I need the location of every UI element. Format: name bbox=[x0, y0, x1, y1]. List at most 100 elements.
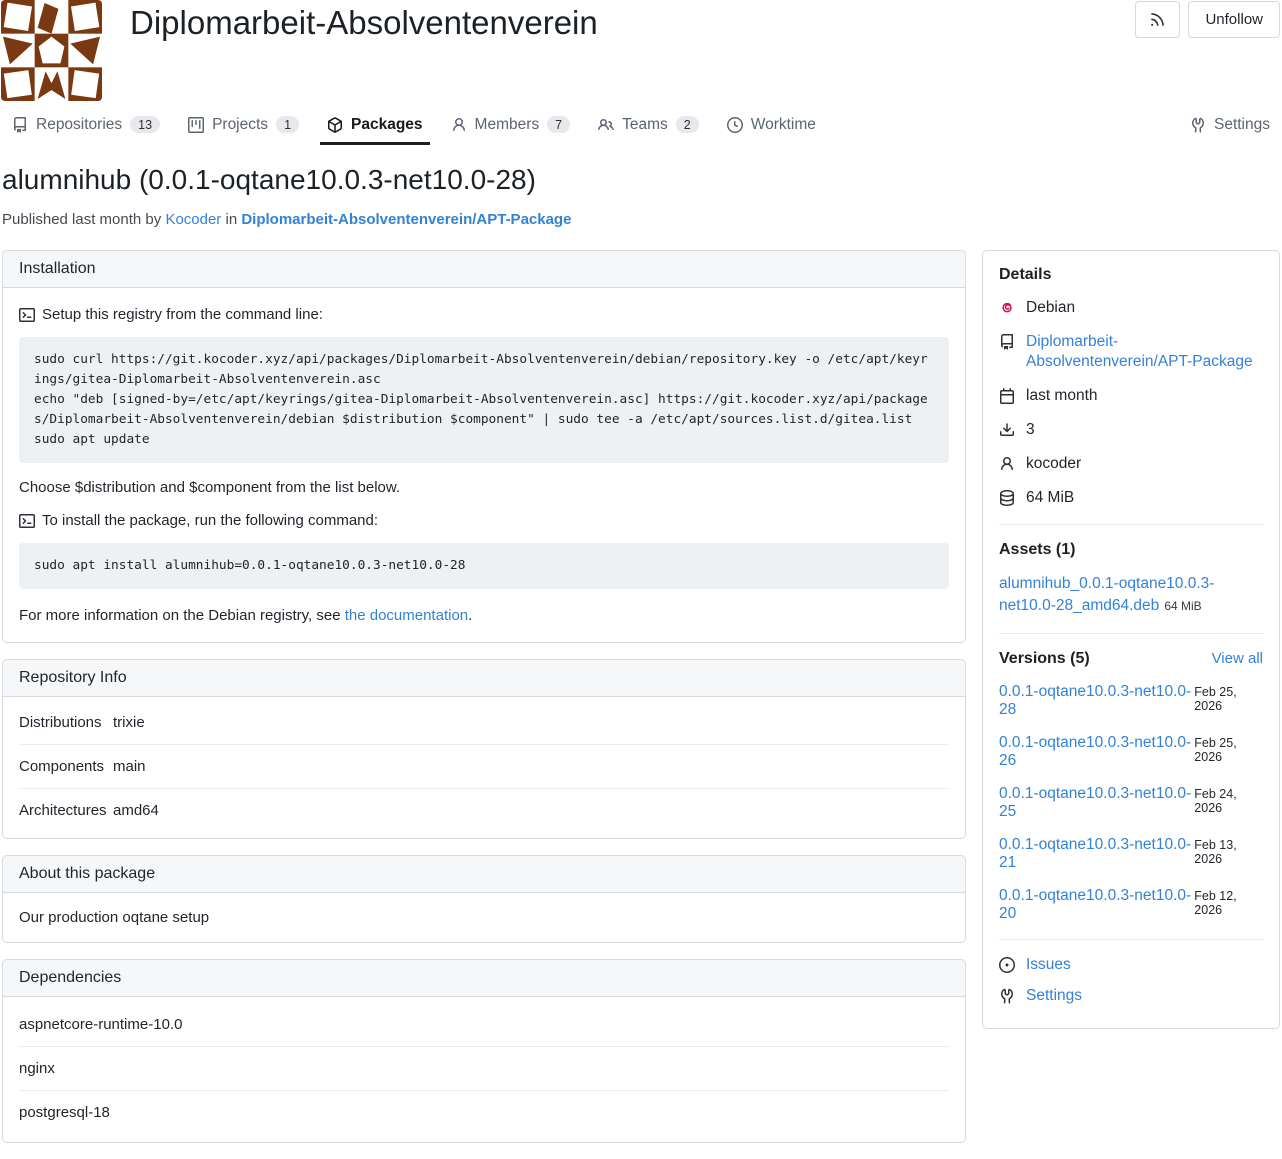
version-row: 0.0.1-oqtane10.0.3-net10.0-20 Feb 12, 20… bbox=[999, 887, 1263, 923]
tab-settings[interactable]: Settings bbox=[1190, 104, 1270, 145]
version-date: Feb 12, 2026 bbox=[1194, 889, 1263, 917]
info-label: Distributions bbox=[19, 714, 113, 731]
terminal-icon bbox=[19, 513, 35, 529]
tab-count-badge: 1 bbox=[276, 116, 299, 133]
repo-icon bbox=[12, 117, 28, 133]
view-all-link[interactable]: View all bbox=[1212, 650, 1263, 667]
wrench-icon bbox=[999, 988, 1015, 1004]
published-prefix: Published last month by bbox=[2, 211, 161, 228]
debian-logo-icon bbox=[999, 300, 1015, 316]
dependencies-panel: Dependencies aspnetcore-runtime-10.0 ngi… bbox=[2, 959, 966, 1143]
project-icon bbox=[188, 117, 204, 133]
package-repo-link[interactable]: Diplomarbeit-Absolventenverein/APT-Packa… bbox=[241, 211, 571, 228]
info-label: Architectures bbox=[19, 802, 113, 819]
info-value: main bbox=[113, 758, 146, 775]
download-icon bbox=[999, 422, 1015, 438]
database-icon bbox=[999, 490, 1015, 506]
detail-downloads: 3 bbox=[999, 420, 1263, 440]
detail-published: last month bbox=[999, 386, 1263, 406]
repo-icon bbox=[999, 334, 1015, 350]
versions-title: Versions (5) bbox=[999, 650, 1090, 668]
info-row-architectures: Architectures amd64 bbox=[19, 788, 949, 832]
package-type: Debian bbox=[1026, 298, 1075, 318]
detail-publisher: kocoder bbox=[999, 454, 1263, 474]
info-label: Components bbox=[19, 758, 113, 775]
tab-repositories[interactable]: Repositories 13 bbox=[12, 104, 160, 145]
more-info-line: For more information on the Debian regis… bbox=[19, 607, 949, 624]
dependency-item: nginx bbox=[19, 1046, 949, 1090]
divider bbox=[999, 524, 1263, 525]
documentation-link[interactable]: the documentation bbox=[345, 607, 468, 624]
version-row: 0.0.1-oqtane10.0.3-net10.0-21 Feb 13, 20… bbox=[999, 836, 1263, 872]
issues-row: Issues bbox=[999, 956, 1263, 974]
tab-label: Repositories bbox=[36, 116, 122, 134]
published-line: Published last month by Kocoder in Diplo… bbox=[2, 211, 1280, 228]
divider bbox=[999, 939, 1263, 940]
settings-link[interactable]: Settings bbox=[1026, 987, 1082, 1005]
more-info-prefix: For more information on the Debian regis… bbox=[19, 607, 345, 624]
more-info-suffix: . bbox=[468, 607, 472, 624]
installation-header: Installation bbox=[3, 251, 965, 288]
org-tab-bar: Repositories 13 Projects 1 Packages Memb… bbox=[0, 104, 1282, 145]
org-title: Diplomarbeit-Absolventenverein bbox=[130, 0, 598, 46]
details-sidebar: Details Debian Diplomarbeit-Absolventenv… bbox=[982, 250, 1280, 1029]
detail-package-type: Debian bbox=[999, 298, 1263, 318]
version-date: Feb 24, 2026 bbox=[1194, 787, 1263, 815]
version-row: 0.0.1-oqtane10.0.3-net10.0-25 Feb 24, 20… bbox=[999, 785, 1263, 821]
unfollow-button[interactable]: Unfollow bbox=[1188, 1, 1280, 38]
assets-title: Assets (1) bbox=[999, 541, 1263, 559]
tab-label: Settings bbox=[1214, 116, 1270, 134]
version-link[interactable]: 0.0.1-oqtane10.0.3-net10.0-26 bbox=[999, 734, 1194, 770]
detail-repo-link[interactable]: Diplomarbeit-Absolventenverein/APT-Packa… bbox=[1026, 332, 1263, 372]
clock-icon bbox=[727, 117, 743, 133]
install-code-block[interactable]: sudo apt install alumnihub=0.0.1-oqtane1… bbox=[19, 543, 949, 589]
page-title: alumnihub (0.0.1-oqtane10.0.3-net10.0-28… bbox=[2, 162, 1280, 198]
package-description: Our production oqtane setup bbox=[19, 909, 209, 926]
version-link[interactable]: 0.0.1-oqtane10.0.3-net10.0-28 bbox=[999, 683, 1194, 719]
published-in: in bbox=[225, 211, 237, 228]
header-actions: Unfollow bbox=[1135, 1, 1280, 38]
detail-repo: Diplomarbeit-Absolventenverein/APT-Packa… bbox=[999, 332, 1263, 372]
tab-packages[interactable]: Packages bbox=[327, 104, 423, 145]
installation-panel: Installation Setup this registry from th… bbox=[2, 250, 966, 643]
issues-link[interactable]: Issues bbox=[1026, 956, 1071, 974]
dependency-item: aspnetcore-runtime-10.0 bbox=[19, 1003, 949, 1046]
settings-row: Settings bbox=[999, 987, 1263, 1005]
asset-size: 64 MiB bbox=[1164, 599, 1201, 613]
info-row-components: Components main bbox=[19, 744, 949, 788]
tab-worktime[interactable]: Worktime bbox=[727, 104, 816, 145]
rss-icon bbox=[1149, 11, 1166, 28]
publisher-link[interactable]: Kocoder bbox=[165, 211, 221, 228]
info-value: amd64 bbox=[113, 802, 159, 819]
version-link[interactable]: 0.0.1-oqtane10.0.3-net10.0-20 bbox=[999, 887, 1194, 923]
published-date: last month bbox=[1026, 386, 1098, 406]
person-icon bbox=[999, 456, 1015, 472]
setup-label-row: Setup this registry from the command lin… bbox=[19, 306, 949, 323]
org-header: Diplomarbeit-Absolventenverein Unfollow bbox=[0, 0, 1282, 101]
version-link[interactable]: 0.0.1-oqtane10.0.3-net10.0-25 bbox=[999, 785, 1194, 821]
tab-projects[interactable]: Projects 1 bbox=[188, 104, 299, 145]
identicon-icon bbox=[1, 0, 102, 101]
package-icon bbox=[327, 117, 343, 133]
tab-label: Projects bbox=[212, 116, 268, 134]
tab-teams[interactable]: Teams 2 bbox=[598, 104, 699, 145]
rss-button[interactable] bbox=[1135, 1, 1180, 38]
org-avatar[interactable] bbox=[1, 0, 102, 101]
tab-count-badge: 7 bbox=[547, 116, 570, 133]
info-value: trixie bbox=[113, 714, 145, 731]
tab-label: Worktime bbox=[751, 116, 816, 134]
tab-members[interactable]: Members 7 bbox=[451, 104, 571, 145]
tab-count-badge: 13 bbox=[130, 116, 160, 133]
version-row: 0.0.1-oqtane10.0.3-net10.0-26 Feb 25, 20… bbox=[999, 734, 1263, 770]
asset-item: alumnihub_0.0.1-oqtane10.0.3-net10.0-28_… bbox=[999, 573, 1263, 617]
install-label: To install the package, run the followin… bbox=[42, 512, 378, 529]
setup-code-block[interactable]: sudo curl https://git.kocoder.xyz/api/pa… bbox=[19, 337, 949, 463]
package-size: 64 MiB bbox=[1026, 488, 1074, 508]
publisher-name: kocoder bbox=[1026, 454, 1081, 474]
repository-info-panel: Repository Info Distributions trixie Com… bbox=[2, 659, 966, 839]
download-count: 3 bbox=[1026, 420, 1035, 440]
setup-label: Setup this registry from the command lin… bbox=[42, 306, 323, 323]
tab-count-badge: 2 bbox=[676, 116, 699, 133]
version-link[interactable]: 0.0.1-oqtane10.0.3-net10.0-21 bbox=[999, 836, 1194, 872]
install-label-row: To install the package, run the followin… bbox=[19, 512, 949, 529]
